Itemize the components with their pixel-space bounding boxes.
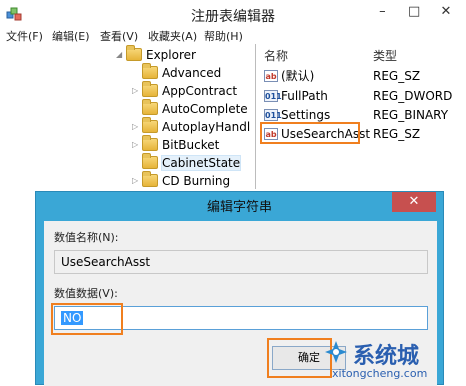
binary-value-icon: 011 (264, 109, 282, 121)
value-type: REG_SZ (373, 127, 421, 141)
watermark-url: xitongcheng.com (332, 367, 428, 380)
menu-file[interactable]: 文件(F) (6, 28, 43, 44)
registry-tree[interactable]: ◢ Explorer Advanced ▷ AppContract AutoComp… (4, 44, 256, 189)
folder-open-icon (126, 45, 142, 61)
collapse-arrow-icon[interactable]: ◢ (116, 46, 126, 64)
value-name: (默认) (281, 69, 315, 83)
expand-arrow-icon[interactable]: ▷ (132, 172, 142, 189)
expand-arrow-icon[interactable]: ▷ (132, 118, 142, 136)
watermark-text: 系统城 (353, 344, 420, 369)
menu-help[interactable]: 帮助(H) (204, 28, 243, 44)
dialog-title: 编辑字符串 (206, 200, 272, 215)
tree-item-cd-burning[interactable]: ▷ CD Burning (132, 171, 230, 189)
values-list: 名称 类型 ab (默认) REG_SZ 011 FullPath REG_DW… (258, 44, 466, 189)
title-bar: 注册表编辑器 – □ ✕ (0, 0, 466, 28)
dialog-close-button[interactable]: ✕ (392, 192, 436, 212)
tree-item-bitbucket[interactable]: ▷ BitBucket (132, 135, 219, 154)
tree-item-autoplayhandlers[interactable]: ▷ AutoplayHandl (132, 117, 250, 136)
folder-icon (142, 99, 158, 115)
value-type: REG_SZ (373, 69, 421, 83)
folder-icon (142, 153, 158, 169)
menu-favorites[interactable]: 收藏夹(A) (148, 28, 197, 44)
binary-value-icon: 011 (264, 90, 282, 102)
menu-view[interactable]: 查看(V) (100, 28, 138, 44)
folder-icon (142, 171, 158, 187)
value-type: REG_BINARY (373, 108, 449, 122)
value-row-default[interactable]: ab (默认) REG_SZ (258, 66, 466, 86)
value-name-label: 数值名称(N): (54, 231, 119, 244)
expand-arrow-icon[interactable]: ▷ (132, 82, 142, 100)
expand-arrow-icon[interactable]: ▷ (132, 136, 142, 154)
column-header-name[interactable]: 名称 (264, 47, 288, 64)
tree-item-appcontract[interactable]: ▷ AppContract (132, 81, 237, 100)
menu-bar: 文件(F) 编辑(E) 查看(V) 收藏夹(A) 帮助(H) (0, 28, 466, 44)
site-watermark: 系统城 xitongcheng.com (318, 336, 466, 385)
annotation-highlight-box (51, 303, 123, 335)
folder-icon (142, 63, 158, 79)
tree-item-explorer[interactable]: ◢ Explorer (116, 45, 196, 64)
folder-icon (142, 135, 158, 151)
value-data-label: 数值数据(V): (54, 287, 118, 300)
close-window-button[interactable]: ✕ (432, 4, 460, 19)
value-row-fullpath[interactable]: 011 FullPath REG_DWORD (258, 86, 466, 106)
maximize-button[interactable]: □ (400, 4, 428, 19)
menu-edit[interactable]: 编辑(E) (52, 28, 90, 44)
tree-item-cabinetstate[interactable]: CabinetState (132, 153, 242, 172)
tree-item-advanced[interactable]: Advanced (132, 63, 221, 82)
list-header: 名称 类型 (258, 44, 466, 64)
value-type: REG_DWORD (373, 89, 453, 103)
value-name: FullPath (281, 89, 328, 103)
folder-icon (142, 117, 158, 133)
annotation-highlight-box (260, 122, 360, 144)
window-controls: – □ ✕ (368, 4, 460, 24)
tree-item-autocomplete[interactable]: AutoComplete (132, 99, 248, 118)
minimize-button[interactable]: – (368, 4, 396, 19)
xitongcheng-logo-icon (325, 341, 347, 363)
string-value-icon: ab (264, 70, 278, 82)
value-name-field: UseSearchAsst (54, 250, 428, 274)
folder-icon (142, 81, 158, 97)
column-header-type[interactable]: 类型 (373, 47, 397, 64)
